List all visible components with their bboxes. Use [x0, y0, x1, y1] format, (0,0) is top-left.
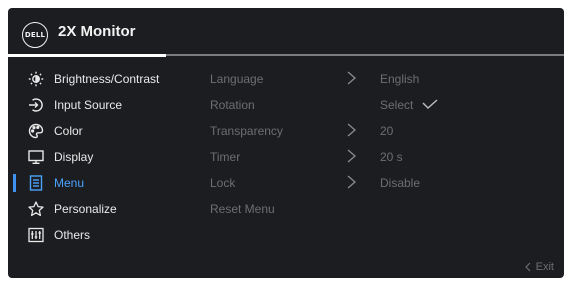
sidebar-item-color[interactable]: Color	[8, 118, 188, 144]
setting-label: Lock	[210, 176, 236, 190]
sidebar-item-personalize[interactable]: Personalize	[8, 196, 188, 222]
selection-marker	[13, 148, 16, 166]
sidebar-item-input-source[interactable]: Input Source	[8, 92, 188, 118]
setting-row-language[interactable]: Language English	[208, 66, 548, 92]
setting-value: 20	[380, 124, 394, 138]
chevron-right-icon	[347, 71, 356, 85]
selection-marker	[13, 122, 16, 140]
others-icon	[27, 226, 45, 244]
sidebar-item-menu[interactable]: Menu	[8, 170, 188, 196]
sidebar-item-others[interactable]: Others	[8, 222, 188, 248]
setting-value: English	[380, 72, 420, 86]
sidebar-item-label: Others	[54, 228, 91, 242]
menu-settings-panel: Language English Rotation Select Transpa…	[208, 66, 548, 222]
input-source-icon	[27, 96, 45, 114]
sidebar-menu: Brightness/Contrast Input Source Color D…	[8, 66, 188, 248]
setting-row-reset-menu[interactable]: Reset Menu	[208, 196, 548, 222]
selection-marker	[13, 226, 16, 244]
setting-label: Transparency	[210, 124, 283, 138]
sidebar-item-label: Input Source	[54, 98, 123, 112]
chevron-left-icon	[524, 262, 531, 272]
selection-marker	[13, 96, 16, 114]
color-palette-icon	[27, 122, 45, 140]
setting-value: Disable	[380, 176, 421, 190]
setting-row-timer[interactable]: Timer 20 s	[208, 144, 548, 170]
chevron-right-icon	[347, 175, 356, 189]
selection-marker	[13, 70, 16, 88]
setting-row-rotation[interactable]: Rotation Select	[208, 92, 548, 118]
chevron-right-icon	[347, 123, 356, 137]
setting-label: Reset Menu	[210, 202, 275, 216]
header-divider	[166, 54, 564, 56]
exit-button[interactable]: Exit	[524, 261, 554, 273]
setting-row-transparency[interactable]: Transparency 20	[208, 118, 548, 144]
monitor-title: 2X Monitor	[58, 23, 136, 40]
sidebar-item-brightness-contrast[interactable]: Brightness/Contrast	[8, 66, 188, 92]
setting-label: Language	[210, 72, 264, 86]
chevron-right-icon	[347, 149, 356, 163]
setting-row-lock[interactable]: Lock Disable	[208, 170, 548, 196]
sidebar-item-display[interactable]: Display	[8, 144, 188, 170]
checkmark-icon	[422, 99, 438, 110]
setting-value: Select	[380, 98, 414, 112]
dell-logo: DELL	[22, 22, 48, 48]
selection-marker	[13, 174, 16, 192]
star-icon	[27, 200, 45, 218]
sidebar-item-label: Brightness/Contrast	[54, 72, 160, 86]
exit-label: Exit	[535, 261, 554, 273]
brightness-icon	[27, 70, 45, 88]
osd-header: DELL 2X Monitor	[8, 8, 564, 57]
sidebar-item-label: Personalize	[54, 202, 117, 216]
sidebar-item-label: Display	[54, 150, 94, 164]
setting-label: Timer	[210, 150, 241, 164]
monitor-osd-window: DELL 2X Monitor Brightness/Contrast Inpu…	[8, 8, 564, 278]
selection-marker	[13, 200, 16, 218]
header-divider-highlight	[8, 54, 166, 57]
display-icon	[27, 148, 45, 166]
setting-value: 20 s	[380, 150, 403, 164]
sidebar-item-label: Menu	[54, 176, 85, 190]
menu-icon	[27, 174, 45, 192]
setting-label: Rotation	[210, 98, 255, 112]
sidebar-item-label: Color	[54, 124, 83, 138]
